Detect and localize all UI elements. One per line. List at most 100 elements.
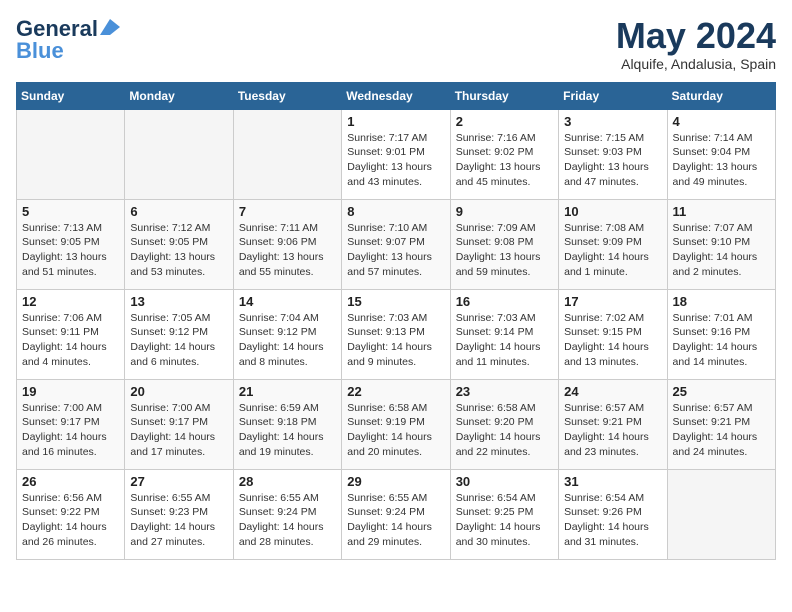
calendar-week-row: 5Sunrise: 7:13 AM Sunset: 9:05 PM Daylig… bbox=[17, 199, 776, 289]
calendar-cell: 16 Sunrise: 7:03 AM Sunset: 9:14 PM Dayli… bbox=[450, 289, 558, 379]
calendar-cell: 21 Sunrise: 6:59 AM Sunset: 9:18 PM Dayli… bbox=[233, 379, 341, 469]
day-info: Sunrise: 7:09 AM Sunset: 9:08 PM Dayligh… bbox=[456, 221, 553, 280]
day-number: 26 bbox=[22, 474, 119, 489]
calendar-cell: 15 Sunrise: 7:03 AM Sunset: 9:13 PM Dayli… bbox=[342, 289, 450, 379]
calendar-week-row: 1 Sunrise: 7:17 AM Sunset: 9:01 PM Daylig… bbox=[17, 109, 776, 199]
calendar-cell bbox=[17, 109, 125, 199]
day-info: Sunrise: 6:55 AM Sunset: 9:23 PM Dayligh… bbox=[130, 491, 227, 550]
day-header-monday: Monday bbox=[125, 82, 233, 109]
day-info: Sunrise: 7:15 AM Sunset: 9:03 PM Dayligh… bbox=[564, 131, 661, 190]
day-number: 1 bbox=[347, 114, 444, 129]
day-info: Sunrise: 7:03 AM Sunset: 9:14 PM Dayligh… bbox=[456, 311, 553, 370]
calendar-header-row: SundayMondayTuesdayWednesdayThursdayFrid… bbox=[17, 82, 776, 109]
day-info: Sunrise: 6:56 AM Sunset: 9:22 PM Dayligh… bbox=[22, 491, 119, 550]
day-info: Sunrise: 7:11 AM Sunset: 9:06 PM Dayligh… bbox=[239, 221, 336, 280]
day-info: Sunrise: 6:55 AM Sunset: 9:24 PM Dayligh… bbox=[347, 491, 444, 550]
day-info: Sunrise: 6:54 AM Sunset: 9:25 PM Dayligh… bbox=[456, 491, 553, 550]
day-info: Sunrise: 7:08 AM Sunset: 9:09 PM Dayligh… bbox=[564, 221, 661, 280]
calendar-cell: 29 Sunrise: 6:55 AM Sunset: 9:24 PM Dayli… bbox=[342, 469, 450, 559]
day-number: 16 bbox=[456, 294, 553, 309]
day-info: Sunrise: 7:07 AM Sunset: 9:10 PM Dayligh… bbox=[673, 221, 770, 280]
calendar-cell: 27 Sunrise: 6:55 AM Sunset: 9:23 PM Dayli… bbox=[125, 469, 233, 559]
calendar-cell: 4Sunrise: 7:14 AM Sunset: 9:04 PM Daylig… bbox=[667, 109, 775, 199]
day-info: Sunrise: 6:58 AM Sunset: 9:20 PM Dayligh… bbox=[456, 401, 553, 460]
day-number: 3 bbox=[564, 114, 661, 129]
calendar-table: SundayMondayTuesdayWednesdayThursdayFrid… bbox=[16, 82, 776, 560]
day-number: 11 bbox=[673, 204, 770, 219]
day-number: 18 bbox=[673, 294, 770, 309]
calendar-cell bbox=[233, 109, 341, 199]
location-subtitle: Alquife, Andalusia, Spain bbox=[616, 56, 776, 72]
day-number: 30 bbox=[456, 474, 553, 489]
calendar-cell: 22 Sunrise: 6:58 AM Sunset: 9:19 PM Dayli… bbox=[342, 379, 450, 469]
day-number: 13 bbox=[130, 294, 227, 309]
logo-blue: Blue bbox=[16, 38, 64, 64]
calendar-cell: 19 Sunrise: 7:00 AM Sunset: 9:17 PM Dayli… bbox=[17, 379, 125, 469]
calendar-cell: 23Sunrise: 6:58 AM Sunset: 9:20 PM Dayli… bbox=[450, 379, 558, 469]
page-header: General Blue May 2024 Alquife, Andalusia… bbox=[16, 16, 776, 72]
calendar-cell: 17 Sunrise: 7:02 AM Sunset: 9:15 PM Dayli… bbox=[559, 289, 667, 379]
day-number: 29 bbox=[347, 474, 444, 489]
day-number: 17 bbox=[564, 294, 661, 309]
day-info: Sunrise: 7:02 AM Sunset: 9:15 PM Dayligh… bbox=[564, 311, 661, 370]
day-header-friday: Friday bbox=[559, 82, 667, 109]
day-number: 6 bbox=[130, 204, 227, 219]
day-number: 12 bbox=[22, 294, 119, 309]
day-info: Sunrise: 6:58 AM Sunset: 9:19 PM Dayligh… bbox=[347, 401, 444, 460]
calendar-week-row: 12 Sunrise: 7:06 AM Sunset: 9:11 PM Dayli… bbox=[17, 289, 776, 379]
calendar-cell: 12 Sunrise: 7:06 AM Sunset: 9:11 PM Dayli… bbox=[17, 289, 125, 379]
calendar-cell: 8 Sunrise: 7:10 AM Sunset: 9:07 PM Daylig… bbox=[342, 199, 450, 289]
day-header-sunday: Sunday bbox=[17, 82, 125, 109]
day-header-saturday: Saturday bbox=[667, 82, 775, 109]
calendar-cell: 5Sunrise: 7:13 AM Sunset: 9:05 PM Daylig… bbox=[17, 199, 125, 289]
logo-icon bbox=[100, 19, 120, 35]
day-info: Sunrise: 7:03 AM Sunset: 9:13 PM Dayligh… bbox=[347, 311, 444, 370]
day-info: Sunrise: 7:05 AM Sunset: 9:12 PM Dayligh… bbox=[130, 311, 227, 370]
calendar-cell bbox=[125, 109, 233, 199]
day-number: 24 bbox=[564, 384, 661, 399]
calendar-cell: 2 Sunrise: 7:16 AM Sunset: 9:02 PM Daylig… bbox=[450, 109, 558, 199]
day-info: Sunrise: 6:54 AM Sunset: 9:26 PM Dayligh… bbox=[564, 491, 661, 550]
calendar-cell: 3 Sunrise: 7:15 AM Sunset: 9:03 PM Daylig… bbox=[559, 109, 667, 199]
day-number: 22 bbox=[347, 384, 444, 399]
calendar-cell: 11 Sunrise: 7:07 AM Sunset: 9:10 PM Dayli… bbox=[667, 199, 775, 289]
day-info: Sunrise: 6:57 AM Sunset: 9:21 PM Dayligh… bbox=[673, 401, 770, 460]
day-info: Sunrise: 6:59 AM Sunset: 9:18 PM Dayligh… bbox=[239, 401, 336, 460]
calendar-cell: 9 Sunrise: 7:09 AM Sunset: 9:08 PM Daylig… bbox=[450, 199, 558, 289]
calendar-cell: 31 Sunrise: 6:54 AM Sunset: 9:26 PM Dayli… bbox=[559, 469, 667, 559]
calendar-cell bbox=[667, 469, 775, 559]
day-number: 27 bbox=[130, 474, 227, 489]
day-info: Sunrise: 7:10 AM Sunset: 9:07 PM Dayligh… bbox=[347, 221, 444, 280]
calendar-cell: 7 Sunrise: 7:11 AM Sunset: 9:06 PM Daylig… bbox=[233, 199, 341, 289]
day-info: Sunrise: 7:06 AM Sunset: 9:11 PM Dayligh… bbox=[22, 311, 119, 370]
calendar-week-row: 19 Sunrise: 7:00 AM Sunset: 9:17 PM Dayli… bbox=[17, 379, 776, 469]
calendar-cell: 20Sunrise: 7:00 AM Sunset: 9:17 PM Dayli… bbox=[125, 379, 233, 469]
logo: General Blue bbox=[16, 16, 120, 64]
day-info: Sunrise: 7:16 AM Sunset: 9:02 PM Dayligh… bbox=[456, 131, 553, 190]
calendar-cell: 28Sunrise: 6:55 AM Sunset: 9:24 PM Dayli… bbox=[233, 469, 341, 559]
day-info: Sunrise: 6:55 AM Sunset: 9:24 PM Dayligh… bbox=[239, 491, 336, 550]
day-info: Sunrise: 7:00 AM Sunset: 9:17 PM Dayligh… bbox=[130, 401, 227, 460]
calendar-cell: 18 Sunrise: 7:01 AM Sunset: 9:16 PM Dayli… bbox=[667, 289, 775, 379]
day-number: 25 bbox=[673, 384, 770, 399]
month-title: May 2024 bbox=[616, 16, 776, 56]
day-info: Sunrise: 7:01 AM Sunset: 9:16 PM Dayligh… bbox=[673, 311, 770, 370]
day-number: 8 bbox=[347, 204, 444, 219]
day-number: 19 bbox=[22, 384, 119, 399]
day-number: 2 bbox=[456, 114, 553, 129]
calendar-week-row: 26 Sunrise: 6:56 AM Sunset: 9:22 PM Dayli… bbox=[17, 469, 776, 559]
day-number: 7 bbox=[239, 204, 336, 219]
day-header-thursday: Thursday bbox=[450, 82, 558, 109]
calendar-cell: 26 Sunrise: 6:56 AM Sunset: 9:22 PM Dayli… bbox=[17, 469, 125, 559]
day-number: 4 bbox=[673, 114, 770, 129]
day-info: Sunrise: 7:00 AM Sunset: 9:17 PM Dayligh… bbox=[22, 401, 119, 460]
day-number: 14 bbox=[239, 294, 336, 309]
day-number: 31 bbox=[564, 474, 661, 489]
day-info: Sunrise: 7:13 AM Sunset: 9:05 PM Dayligh… bbox=[22, 221, 119, 280]
day-number: 21 bbox=[239, 384, 336, 399]
day-info: Sunrise: 7:17 AM Sunset: 9:01 PM Dayligh… bbox=[347, 131, 444, 190]
day-number: 9 bbox=[456, 204, 553, 219]
calendar-cell: 30 Sunrise: 6:54 AM Sunset: 9:25 PM Dayli… bbox=[450, 469, 558, 559]
day-info: Sunrise: 6:57 AM Sunset: 9:21 PM Dayligh… bbox=[564, 401, 661, 460]
day-number: 15 bbox=[347, 294, 444, 309]
